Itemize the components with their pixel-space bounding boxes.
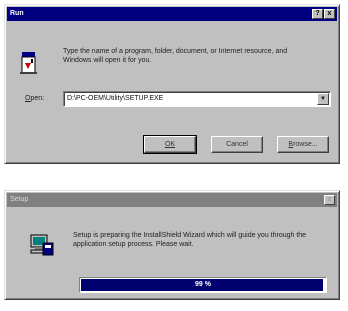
close-button[interactable]: x [324,9,335,19]
run-title-bar[interactable]: Run ? x [7,7,337,21]
open-label: Open: [25,95,44,102]
run-title: Run [10,10,24,17]
help-button[interactable]: ? [312,9,323,19]
setup-computer-icon [29,233,55,259]
setup-progress-bar: 99 % [79,277,327,293]
open-input-value: D:\PC-OEM\Utility\SETUP.EXE [67,95,164,102]
chevron-down-icon[interactable]: ▼ [317,93,329,105]
setup-title-bar[interactable]: Setup x [7,193,337,207]
ok-button[interactable]: OK [143,135,197,154]
open-input[interactable]: D:\PC-OEM\Utility\SETUP.EXE ▼ [63,91,331,107]
run-program-icon [19,51,39,75]
cancel-label: Cancel [226,141,248,148]
setup-message: Setup is preparing the InstallShield Wiz… [73,232,307,248]
setup-close-button[interactable]: x [324,195,335,205]
setup-title: Setup [10,196,29,203]
browse-label-rest: rowse... [293,141,318,148]
cancel-button[interactable]: Cancel [211,136,263,153]
open-label-rest: pen: [30,95,45,102]
progress-percent-text: 99 % [195,281,211,288]
ok-label: OK [164,141,176,148]
setup-dialog: Setup x Setup is preparing the InstallSh… [4,190,340,300]
browse-button[interactable]: Browse... [277,136,329,153]
run-dialog: Run ? x Type the name of a program, fold… [4,4,340,164]
run-description: Type the name of a program, folder, docu… [63,48,288,64]
